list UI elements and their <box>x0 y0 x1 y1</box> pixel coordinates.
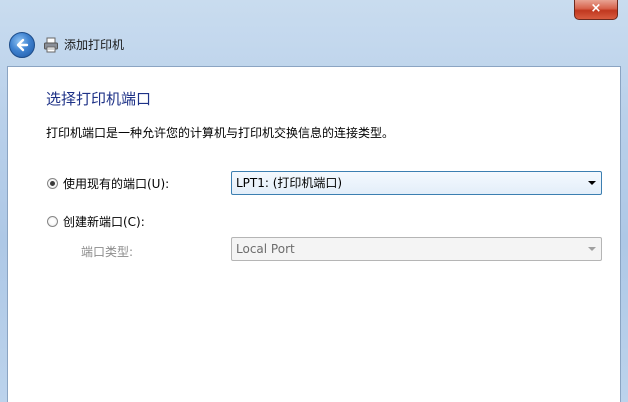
create-new-port-option[interactable]: 创建新端口(C): <box>47 212 145 230</box>
port-type-value: Local Port <box>236 242 295 256</box>
use-existing-port-radio[interactable] <box>47 177 58 189</box>
existing-port-value: LPT1: (打印机端口) <box>236 176 343 190</box>
port-type-label: 端口类型: <box>81 245 134 259</box>
content-panel: 选择打印机端口 打印机端口是一种允许您的计算机与打印机交换信息的连接类型。 使用… <box>7 66 621 402</box>
window-title: 添加打印机 <box>64 38 125 52</box>
dropdown-arrow-icon <box>588 247 596 251</box>
page-description: 打印机端口是一种允许您的计算机与打印机交换信息的连接类型。 <box>46 126 395 140</box>
close-icon: × <box>590 1 602 16</box>
back-arrow-icon <box>16 38 29 52</box>
title-bar: × 添加打印机 <box>0 0 628 66</box>
page-title: 选择打印机端口 <box>46 90 152 108</box>
create-new-port-label: 创建新端口(C): <box>63 214 145 229</box>
use-existing-port-option[interactable]: 使用现有的端口(U): <box>47 174 169 192</box>
window-frame: × 添加打印机 选择打印机端口 打印机端口是一种允许您的计算机与打印机交换信息的… <box>0 0 628 402</box>
dropdown-arrow-icon[interactable] <box>588 181 596 185</box>
port-type-dropdown: Local Port <box>231 237 602 261</box>
close-button[interactable]: × <box>574 0 618 20</box>
use-existing-port-label: 使用现有的端口(U): <box>63 176 170 191</box>
printer-icon <box>44 37 58 53</box>
existing-port-dropdown[interactable]: LPT1: (打印机端口) <box>231 171 602 195</box>
back-button[interactable] <box>9 32 35 58</box>
create-new-port-radio[interactable] <box>47 215 58 227</box>
